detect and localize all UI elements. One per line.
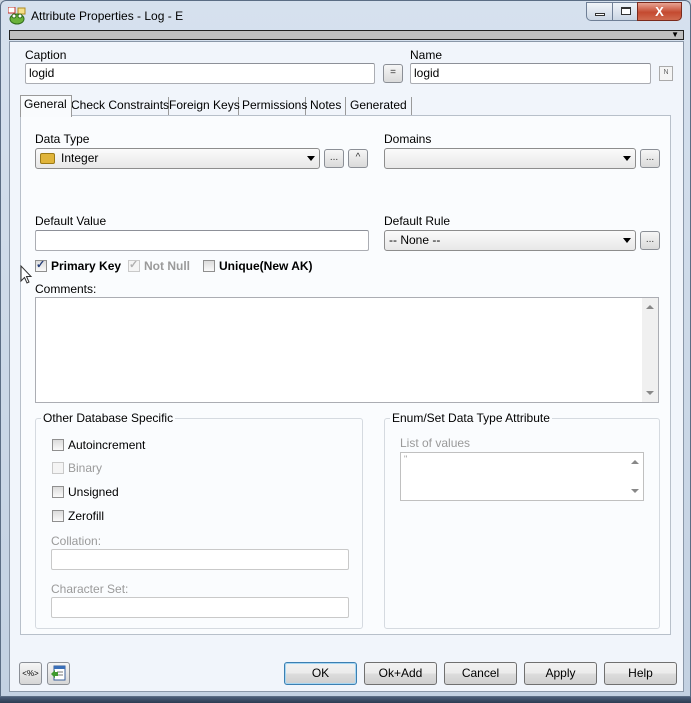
general-tab-page: Data Type Integer ... ^ Domains ... Defa… — [20, 115, 671, 635]
name-label: Name — [410, 48, 443, 62]
collation-input[interactable] — [51, 549, 349, 570]
tab-permissions[interactable]: Permissions — [239, 97, 307, 115]
data-type-up-button[interactable]: ^ — [348, 149, 368, 168]
help-button[interactable]: Help — [604, 662, 677, 685]
dialog-client-area: Caption logid = Name logid N General Che… — [9, 41, 684, 692]
menu-dropdown-icon[interactable]: ▼ — [671, 31, 679, 39]
tab-check-constraints[interactable]: Check Constraints — [68, 97, 169, 115]
comments-scrollbar[interactable] — [642, 298, 658, 402]
not-null-label: Not Null — [144, 259, 190, 273]
macro-button[interactable]: <%> — [19, 662, 42, 685]
copy-caption-to-name-button[interactable]: = — [383, 64, 403, 83]
close-button[interactable]: X — [637, 2, 682, 21]
name-input[interactable]: logid — [410, 63, 651, 84]
maximize-button[interactable] — [612, 2, 638, 21]
default-rule-label: Default Rule — [384, 214, 451, 228]
caption-label: Caption — [25, 48, 67, 62]
data-type-value: Integer — [61, 151, 99, 165]
list-scrollbar[interactable] — [627, 453, 643, 500]
caption-input[interactable]: logid — [25, 63, 375, 84]
unique-label[interactable]: Unique(New AK) — [219, 259, 313, 273]
unique-checkbox[interactable] — [203, 260, 215, 272]
default-rule-browse-button[interactable]: ... — [640, 231, 660, 250]
scroll-down-icon[interactable] — [631, 489, 639, 493]
scroll-up-icon[interactable] — [646, 305, 654, 309]
dialog-window: Attribute Properties - Log - E X ▼ Capti… — [0, 0, 691, 697]
default-value-input[interactable] — [35, 230, 369, 251]
primary-key-checkbox[interactable] — [35, 258, 47, 272]
import-button[interactable] — [47, 662, 70, 685]
mouse-cursor-icon — [20, 265, 33, 284]
apply-button[interactable]: Apply — [524, 662, 597, 685]
default-value-label: Default Value — [35, 214, 107, 228]
unsigned-label[interactable]: Unsigned — [68, 485, 119, 499]
domains-label: Domains — [384, 132, 432, 146]
other-database-specific-title: Other Database Specific — [41, 411, 176, 425]
data-type-select[interactable]: Integer — [35, 148, 320, 169]
binary-label: Binary — [68, 461, 103, 475]
enum-set-title: Enum/Set Data Type Attribute — [390, 411, 552, 425]
import-table-icon — [51, 665, 66, 681]
cancel-button[interactable]: Cancel — [444, 662, 517, 685]
ok-button[interactable]: OK — [284, 662, 357, 685]
zerofill-checkbox[interactable] — [52, 510, 64, 522]
tab-notes[interactable]: Notes — [307, 97, 346, 115]
character-set-label: Character Set: — [51, 582, 129, 596]
other-database-specific-group: Other Database Specific Autoincrement Bi… — [35, 411, 363, 629]
unsigned-checkbox[interactable] — [52, 486, 64, 498]
comments-label: Comments: — [35, 282, 97, 296]
default-rule-value: -- None -- — [389, 233, 441, 247]
binary-checkbox — [52, 462, 64, 474]
naming-icon[interactable]: N — [659, 66, 673, 81]
default-rule-select[interactable]: -- None -- — [384, 230, 636, 251]
domains-browse-button[interactable]: ... — [640, 149, 660, 168]
autoincrement-label[interactable]: Autoincrement — [68, 438, 145, 452]
scroll-up-icon[interactable] — [631, 460, 639, 464]
taskbar — [0, 697, 691, 703]
list-of-values-label: List of values — [400, 436, 471, 450]
domains-select[interactable] — [384, 148, 636, 169]
chevron-down-icon — [623, 238, 631, 243]
scroll-down-icon[interactable] — [646, 391, 654, 395]
collation-label: Collation: — [51, 534, 102, 548]
list-of-values-textarea[interactable]: " — [400, 452, 644, 501]
chevron-down-icon — [623, 156, 631, 161]
minimize-button[interactable] — [586, 2, 613, 21]
chevron-down-icon — [307, 156, 315, 161]
tab-generated[interactable]: Generated — [347, 97, 412, 115]
menu-strip[interactable]: ▼ — [9, 30, 684, 40]
enum-set-group: Enum/Set Data Type Attribute List of val… — [384, 411, 660, 629]
autoincrement-checkbox[interactable] — [52, 439, 64, 451]
primary-key-label[interactable]: Primary Key — [51, 259, 121, 273]
window-title: Attribute Properties - Log - E — [31, 9, 184, 23]
ok-add-button[interactable]: Ok+Add — [364, 662, 437, 685]
zerofill-label[interactable]: Zerofill — [68, 509, 104, 523]
app-frog-icon — [8, 7, 26, 25]
data-type-browse-button[interactable]: ... — [324, 149, 344, 168]
character-set-input[interactable] — [51, 597, 349, 618]
integer-type-icon — [40, 153, 55, 165]
list-of-values-value: " — [404, 454, 408, 464]
comments-textarea[interactable] — [35, 297, 659, 403]
not-null-checkbox — [128, 258, 140, 272]
data-type-label: Data Type — [35, 132, 90, 146]
tab-general[interactable]: General — [20, 95, 72, 117]
tab-foreign-keys[interactable]: Foreign Keys — [166, 97, 240, 115]
